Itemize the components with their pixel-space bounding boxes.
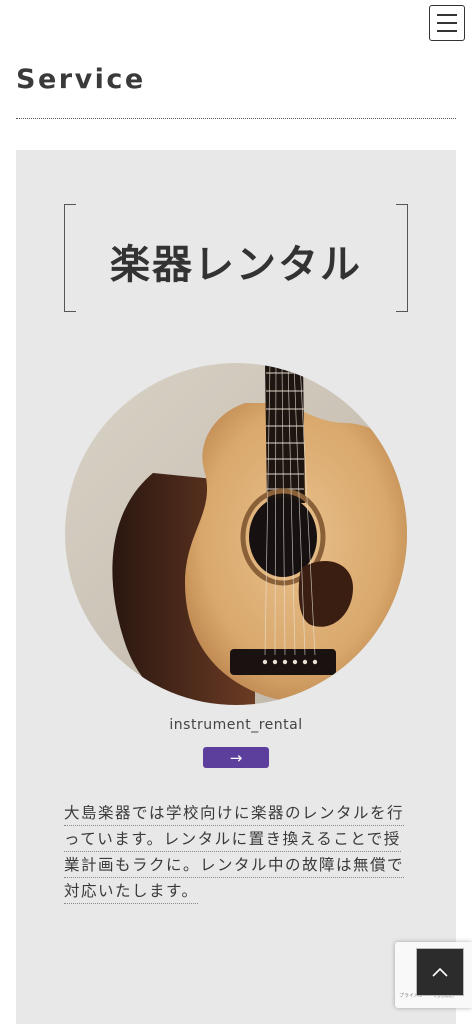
hamburger-menu-icon-bar [437,30,457,32]
chevron-up-icon [432,967,448,977]
description-line: 大島楽器では学校向けに楽器のレンタルを行 [64,801,405,826]
service-heading: 楽器レンタル [110,242,362,288]
guitar-image [65,363,407,705]
page: Service 楽器レンタル instrument_rental → 大島楽器で… [0,0,472,1024]
service-caption: instrument_rental [169,717,303,733]
description-line: 対応いたします。 [64,879,199,904]
hamburger-menu-icon-bar [437,14,457,16]
back-to-top-button[interactable] [416,948,464,996]
hamburger-menu-button[interactable] [429,5,465,41]
description-line: っています。レンタルに置き換えることで授 [64,827,401,852]
service-detail-arrow-button[interactable]: → [203,747,269,768]
title-divider [16,118,456,119]
description-line: 業計画もラクに。レンタル中の故障は無償で [64,853,405,878]
service-description: 大島楽器では学校向けに楽器のレンタルを行 っています。レンタルに置き換えることで… [64,800,414,904]
service-card: 楽器レンタル instrument_rental → 大島楽器では学校向けに楽器… [16,150,456,1024]
hamburger-menu-icon-bar [437,22,457,24]
section-title: Service [16,64,146,95]
